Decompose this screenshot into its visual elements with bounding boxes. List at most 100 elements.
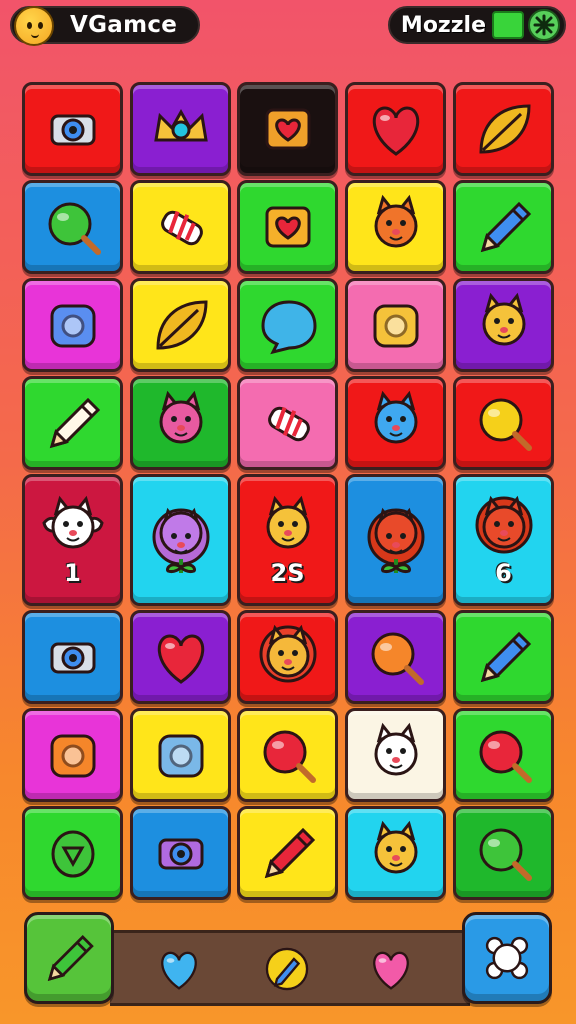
tile-orange-badge[interactable] <box>22 708 123 802</box>
blue-heart-icon <box>161 951 197 990</box>
tile-bunny-face[interactable] <box>345 376 446 470</box>
framed-heart-icon <box>265 108 310 150</box>
header-right-pill: Mozzle <box>388 6 566 44</box>
red-lolly-icon <box>479 730 532 783</box>
tile-chalk[interactable] <box>22 376 123 470</box>
tile-cow-face[interactable] <box>345 708 446 802</box>
tile-fox-face[interactable] <box>345 180 446 274</box>
green-blob-icon <box>479 828 532 881</box>
lion-mane-icon <box>259 624 316 683</box>
tile-tv-screen[interactable] <box>130 708 231 802</box>
eye-chip-icon <box>50 642 95 674</box>
pencil-icon <box>480 631 531 683</box>
tile-eye-chip[interactable] <box>22 610 123 704</box>
tile-purple-lion-flower[interactable] <box>130 474 231 606</box>
orange-lolly-icon <box>371 632 424 685</box>
tile-framed-heart[interactable] <box>237 82 338 176</box>
clock-icon <box>50 304 95 348</box>
red-lion-flower-icon <box>367 507 424 573</box>
tile-red-lion[interactable]: 6 <box>453 474 554 606</box>
tile-leaf[interactable] <box>453 82 554 176</box>
green-ball-icon <box>48 202 101 255</box>
tray-right-button[interactable] <box>462 912 552 1004</box>
tile-lion-mane[interactable] <box>237 610 338 704</box>
scroll-face-icon <box>482 292 525 346</box>
tile-crown-gem[interactable] <box>130 82 231 176</box>
tray-item-pink-heart[interactable] <box>364 942 418 996</box>
tile-red-lion-flower[interactable] <box>345 474 446 606</box>
candy-stick-icon <box>160 210 203 246</box>
leaf-icon <box>478 104 531 154</box>
tile-candy-stick[interactable] <box>130 180 231 274</box>
tile-shell-cone[interactable] <box>345 278 446 372</box>
tile-heart[interactable] <box>345 82 446 176</box>
red-pencil-icon <box>264 827 315 879</box>
tile-clock[interactable] <box>22 278 123 372</box>
tile-pencil[interactable] <box>453 610 554 704</box>
tile-heart[interactable] <box>130 610 231 704</box>
tile-lemon-lolly[interactable] <box>453 376 554 470</box>
cat-face-icon <box>159 390 202 444</box>
tile-purple-gear[interactable] <box>130 806 231 900</box>
tile-red-lolly[interactable] <box>237 708 338 802</box>
tile-gear-knot[interactable] <box>22 82 123 176</box>
close-icon[interactable] <box>528 9 560 41</box>
chalk-icon <box>49 397 100 449</box>
speech-bubble-icon <box>260 300 317 355</box>
lion-face-icon <box>266 495 309 549</box>
header-left-pill[interactable]: VGamce <box>10 6 200 46</box>
tile-green-blob[interactable] <box>453 806 554 900</box>
tile-candy[interactable] <box>237 376 338 470</box>
tray-item-blue-heart[interactable] <box>152 942 206 996</box>
tray-item-yellow-pencil-coin[interactable] <box>260 942 314 996</box>
tray-left-button[interactable] <box>24 912 114 1004</box>
tile-green-ball[interactable] <box>22 180 123 274</box>
turtle-icon <box>51 830 94 878</box>
yellow-pencil-coin-icon <box>265 947 309 991</box>
heart-icon <box>157 634 204 684</box>
tile-red-lolly[interactable] <box>453 708 554 802</box>
tile-orange-lolly[interactable] <box>345 610 446 704</box>
tile-turtle[interactable] <box>22 806 123 900</box>
mode-label: Mozzle <box>400 12 486 38</box>
heart-box-icon <box>265 206 310 248</box>
leaf-icon <box>155 300 208 350</box>
tile-scroll-face[interactable] <box>453 278 554 372</box>
tile-number: 2S <box>270 559 305 587</box>
white-bone-icon <box>485 936 529 980</box>
orange-badge-icon <box>50 734 95 778</box>
gear-knot-icon <box>50 114 95 146</box>
green-square-icon[interactable] <box>492 11 524 39</box>
tile-pencil[interactable] <box>453 180 554 274</box>
lemon-lolly-icon <box>479 398 532 451</box>
tv-screen-icon <box>158 734 203 778</box>
tile-heart-box[interactable] <box>237 180 338 274</box>
app-title: VGamce <box>70 12 178 38</box>
fox-face-icon <box>374 194 417 248</box>
crown-gem-icon <box>153 108 208 142</box>
cow-face-icon <box>374 722 417 776</box>
lion-cub-icon <box>374 820 417 874</box>
tile-number: 6 <box>495 559 512 587</box>
tile-speech-bubble[interactable] <box>237 278 338 372</box>
tile-red-pencil[interactable] <box>237 806 338 900</box>
bunny-face-icon <box>374 390 417 444</box>
tile-number: 1 <box>64 559 81 587</box>
purple-gear-icon <box>158 838 203 870</box>
pencil-icon <box>480 201 531 253</box>
candy-icon <box>267 406 310 442</box>
tile-leaf[interactable] <box>130 278 231 372</box>
green-pencil-icon <box>47 935 94 982</box>
tile-lion-cub[interactable] <box>345 806 446 900</box>
pink-heart-icon <box>373 951 409 990</box>
red-lolly-icon <box>263 730 316 783</box>
shell-cone-icon <box>373 304 418 348</box>
tile-cat-face[interactable] <box>130 376 231 470</box>
winged-cat-icon <box>41 495 104 549</box>
red-lion-icon <box>475 495 532 554</box>
heart-icon <box>372 106 419 156</box>
tile-lion-face[interactable]: 2S <box>237 474 338 606</box>
purple-lion-flower-icon <box>152 507 209 573</box>
tile-winged-cat[interactable]: 1 <box>22 474 123 606</box>
smiley-avatar-icon[interactable] <box>14 6 54 46</box>
